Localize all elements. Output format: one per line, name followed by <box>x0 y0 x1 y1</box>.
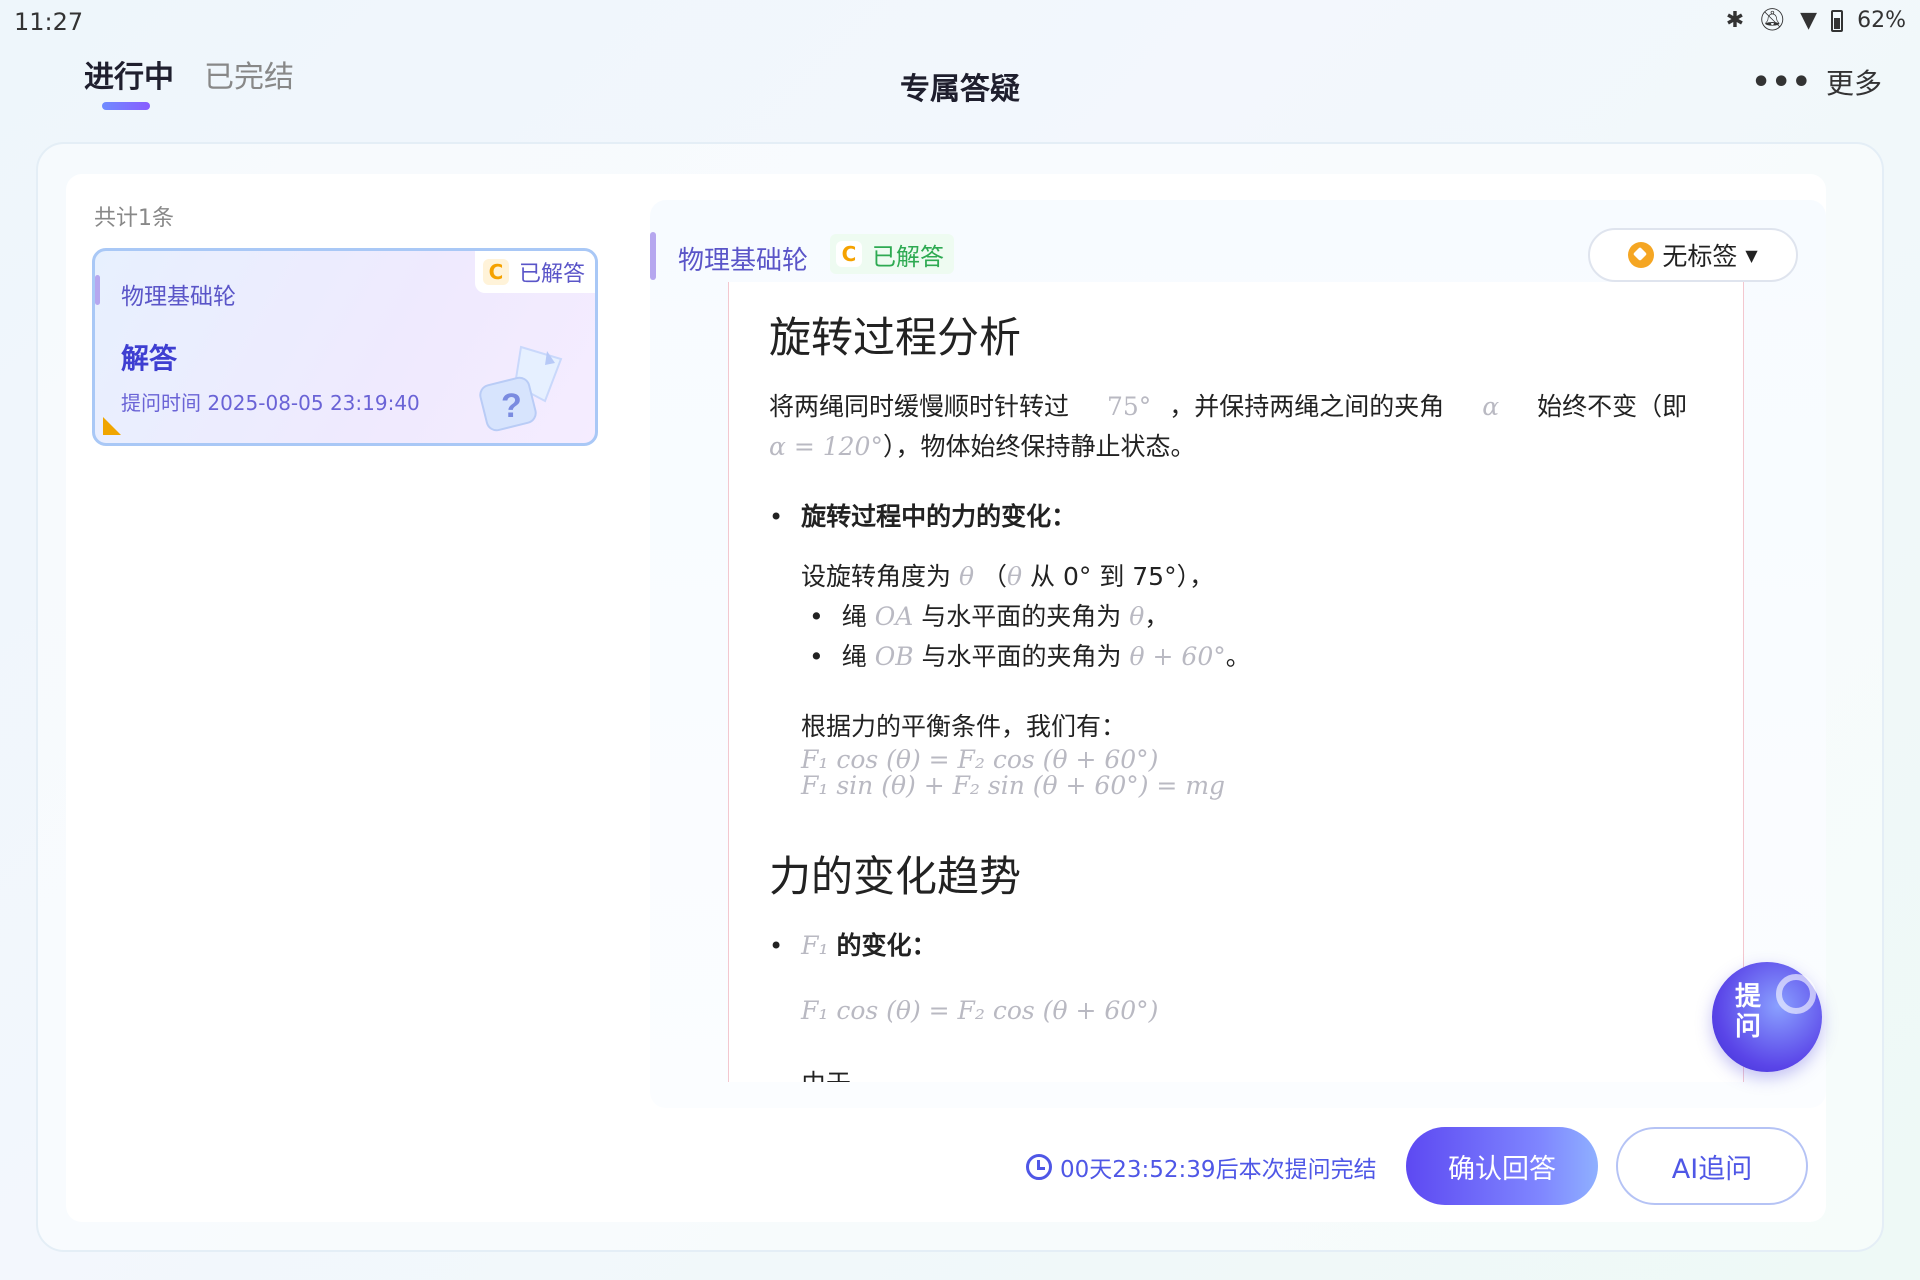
bullet-body: F₁ cos (θ) = F₂ cos (θ + 60°) 由于 <box>801 996 1729 1083</box>
page-title: 专属答疑 <box>900 72 1020 107</box>
text: ，并保持两绳之间的夹角 <box>1169 392 1445 421</box>
status-bar: 11:27 ✱ 🔕︎ ▼ 62% <box>0 0 1920 44</box>
question-list: 共计1条 C 已解答 物理基础轮 解答 提问时间 2025-08-05 23:1… <box>66 174 622 1222</box>
text: 。 <box>1225 642 1251 671</box>
countdown-text: 00天23:52:39后本次提问完结 <box>1060 1157 1377 1183</box>
caret-down-icon: ▼ <box>1745 245 1758 265</box>
more-button[interactable]: ••• 更多 <box>1751 62 1882 102</box>
battery-icon <box>1831 9 1844 32</box>
math-inline: F₁ <box>801 931 829 960</box>
math-inline: θ + 60° <box>1129 642 1226 671</box>
text: 从 0° 到 75°）， <box>1030 562 1215 591</box>
math-inline: θ <box>1007 562 1023 591</box>
card-status-text: 已解答 <box>518 262 585 287</box>
card-status-chip: C 已解答 <box>474 251 595 293</box>
countdown-timer: 00天23:52:39后本次提问完结 <box>1026 1150 1377 1184</box>
bullet-dot: • <box>769 932 784 960</box>
list-item: • 绳 OA 与水平面的夹角为 θ， <box>809 597 1729 637</box>
section-heading: 旋转过程分析 <box>769 313 1022 362</box>
list-item: • 绳 OB 与水平面的夹角为 θ + 60°。 <box>809 637 1729 677</box>
bullet-dot: • <box>809 642 824 671</box>
text: 与水平面的夹角为 <box>921 602 1122 631</box>
section-heading: 力的变化趋势 <box>769 852 1022 901</box>
ask-float-button[interactable]: 提问 <box>1712 962 1822 1072</box>
equation: F₁ cos (θ) = F₂ cos (θ + 60°) <box>801 745 1159 774</box>
ask-float-label: 提问 <box>1734 982 1761 1042</box>
text: 与水平面的夹角为 <box>921 642 1122 671</box>
grade-badge-icon: C <box>836 241 862 267</box>
detail-status-chip: C 已解答 <box>830 234 954 274</box>
answer-detail: 物理基础轮 C 已解答 无标签 ▼ 旋转过程分析 将两绳同时缓慢顺时针转过 75… <box>650 200 1826 1108</box>
detail-status-text: 已解答 <box>872 242 944 271</box>
sub-list: • 绳 OA 与水平面的夹角为 θ， • 绳 OB 与水平面的夹角为 θ + 6… <box>809 597 1729 677</box>
list-count: 共计1条 <box>94 206 174 231</box>
text-line: 根据力的平衡条件，我们有： <box>801 712 1127 741</box>
bullet-title: 旋转过程中的力的变化： <box>801 502 1077 531</box>
text: ， <box>1144 602 1170 631</box>
list-item: • F₁ 的变化： <box>769 926 1729 966</box>
paragraph: 将两绳同时缓慢顺时针转过 75° ，并保持两绳之间的夹角 α 始终不变（即 α =… <box>769 387 1729 467</box>
equation: F₁ sin (θ) + F₂ sin (θ + 60°) = mg <box>801 771 1226 800</box>
ask-ring-icon <box>1776 974 1816 1014</box>
battery-percent: 62% <box>1857 8 1906 33</box>
list-item: • 旋转过程中的力的变化： <box>769 497 1729 537</box>
bluetooth-icon: ✱ <box>1725 8 1745 33</box>
card-ask-time: 提问时间 2025-08-05 23:19:40 <box>121 391 420 415</box>
text: 将两绳同时缓慢顺时针转过 <box>769 392 1070 421</box>
card-title: 解答 <box>121 342 178 375</box>
text: （ <box>981 562 1007 591</box>
confirm-answer-button[interactable]: 确认回答 <box>1406 1127 1598 1205</box>
detail-subject: 物理基础轮 <box>678 246 809 276</box>
status-icons: ✱ 🔕︎ ▼ 62% <box>1726 8 1906 33</box>
text: 始终不变（即 <box>1537 392 1688 421</box>
math-inline: θ <box>958 562 975 591</box>
math-inline: θ <box>1129 602 1145 631</box>
card-corner-mark <box>103 417 121 435</box>
tag-dropdown[interactable]: 无标签 ▼ <box>1588 228 1798 282</box>
wifi-icon: ▼ <box>1800 8 1818 33</box>
ai-follow-up-button[interactable]: AI追问 <box>1616 1127 1808 1205</box>
question-illustration-icon: ? <box>479 345 563 432</box>
math-inline: α <box>1482 392 1500 421</box>
text: ），物体始终保持静止状态。 <box>882 432 1196 461</box>
bullet-dot: • <box>769 503 784 531</box>
more-dots-icon: ••• <box>1751 64 1812 100</box>
bullet-body: 设旋转角度为 θ （θ 从 0° 到 75°）， • 绳 OA 与水平面的夹角为… <box>801 557 1729 799</box>
answer-document: 旋转过程分析 将两绳同时缓慢顺时针转过 75° ，并保持两绳之间的夹角 α 始终不… <box>728 282 1744 1082</box>
bullet-title: 的变化： <box>836 931 937 960</box>
math-inline: 75° <box>1106 392 1152 421</box>
text-line: 设旋转角度为 θ （θ 从 0° 到 75°）， <box>801 557 1729 597</box>
card-subject: 物理基础轮 <box>121 284 236 310</box>
grade-badge-icon: C <box>482 259 509 285</box>
math-inline: OA <box>874 602 914 631</box>
svg-text:?: ? <box>501 387 522 425</box>
math-inline: α = 120° <box>769 432 883 461</box>
text: 绳 <box>841 602 867 631</box>
status-time: 11:27 <box>14 8 84 36</box>
tag-icon <box>1628 242 1655 268</box>
text: 绳 <box>841 642 867 671</box>
detail-accent-bar <box>650 232 656 280</box>
text: 设旋转角度为 <box>801 562 952 591</box>
equation: F₁ cos (θ) = F₂ cos (θ + 60°) <box>801 996 1159 1025</box>
math-inline: OB <box>874 642 914 671</box>
mute-icon: 🔕︎ <box>1758 8 1787 33</box>
text-line: 由于 <box>801 1064 1729 1082</box>
bullet-dot: • <box>809 602 824 631</box>
clock-icon <box>1026 1154 1052 1180</box>
more-label: 更多 <box>1825 67 1882 100</box>
question-card[interactable]: C 已解答 物理基础轮 解答 提问时间 2025-08-05 23:19:40 … <box>92 248 598 446</box>
card-accent-bar <box>95 275 100 305</box>
tag-label: 无标签 <box>1662 242 1738 271</box>
